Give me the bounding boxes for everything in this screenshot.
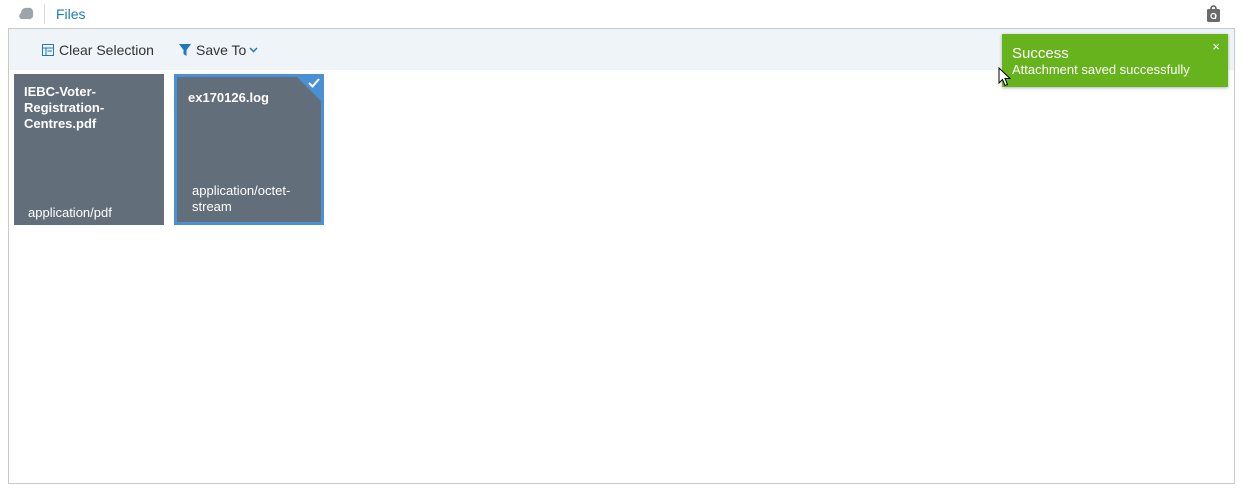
success-toast: Success Attachment saved successfully × — [1002, 34, 1228, 87]
top-bar: Files — [0, 0, 1245, 28]
shopping-bag-icon[interactable] — [1206, 4, 1221, 23]
clear-selection-icon — [42, 44, 54, 56]
file-type: application/pdf — [28, 205, 112, 220]
close-icon[interactable]: × — [1212, 39, 1220, 54]
clear-selection-label: Clear Selection — [59, 42, 154, 58]
file-name: ex170126.log — [188, 90, 269, 105]
app-logo-icon[interactable] — [18, 6, 35, 21]
save-to-button[interactable]: Save To — [179, 41, 263, 59]
checkmark-icon — [308, 78, 320, 88]
toast-title: Success — [1012, 45, 1069, 62]
save-to-label: Save To — [196, 42, 247, 58]
file-name: IEBC-Voter-Registration-Centres.pdf — [24, 84, 105, 131]
toast-message: Attachment saved successfully — [1012, 62, 1190, 77]
file-tile[interactable]: IEBC-Voter-Registration-Centres.pdf appl… — [14, 74, 164, 225]
mouse-cursor-icon — [998, 67, 1011, 87]
file-tile-selected[interactable]: ex170126.log application/octet-stream — [174, 74, 324, 225]
clear-selection-button[interactable]: Clear Selection — [42, 41, 154, 59]
files-panel: Clear Selection Save To IEBC-Voter-Regis… — [8, 28, 1235, 484]
header-divider — [44, 4, 45, 24]
filter-icon — [179, 43, 191, 56]
page-title: Files — [56, 6, 86, 22]
file-type: application/octet-stream — [192, 183, 291, 214]
chevron-down-icon — [249, 47, 263, 53]
